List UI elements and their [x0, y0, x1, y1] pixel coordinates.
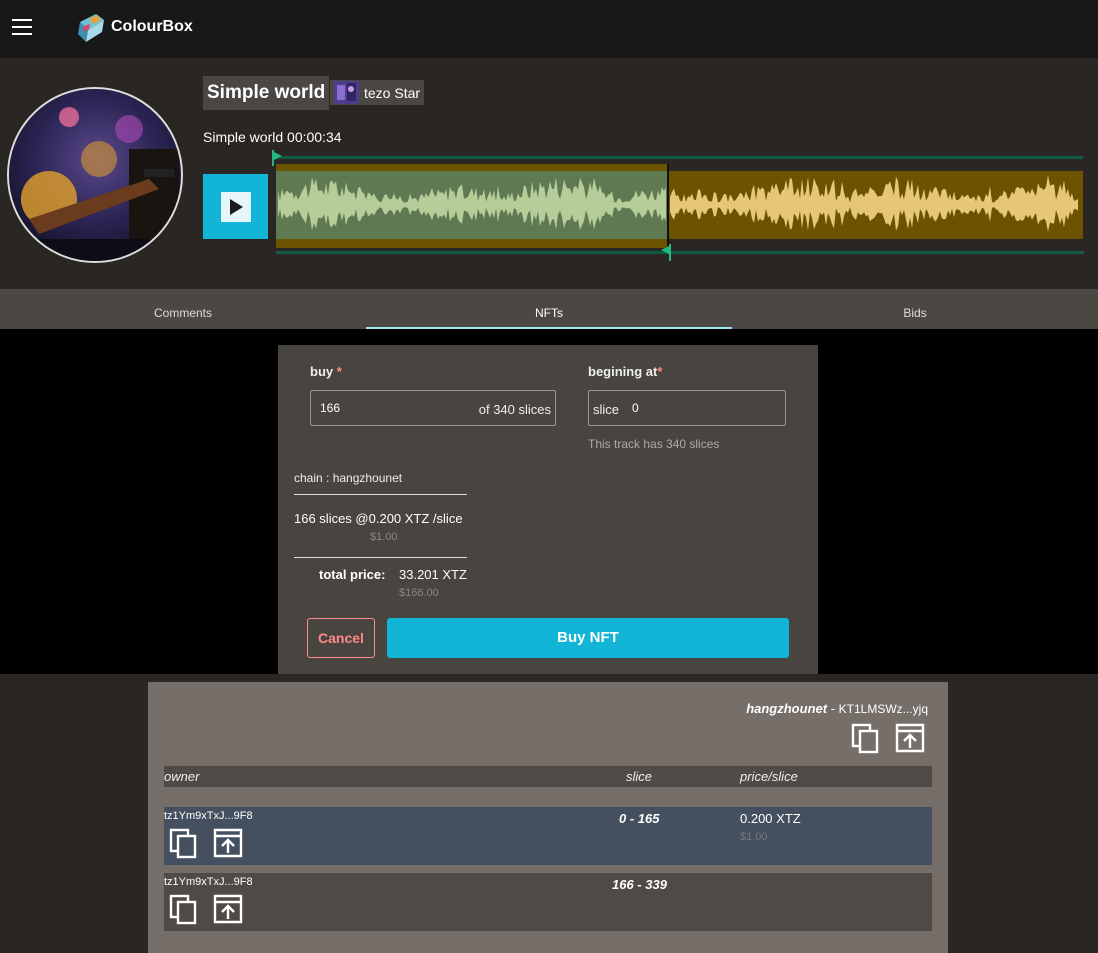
artist-avatar: [334, 81, 359, 104]
tab-bids[interactable]: Bids: [732, 289, 1098, 329]
network-name: hangzhounet: [746, 701, 828, 716]
total-price-value: 33.201 XTZ: [399, 567, 467, 582]
buy-slices-field[interactable]: of 340 slices: [310, 390, 556, 426]
selection-end-handle: [669, 244, 671, 261]
divider: [294, 557, 467, 558]
table-row[interactable]: tz1Ym9xTxJ...9F8 166 - 339: [164, 873, 932, 931]
buy-slices-suffix: of 340 slices: [478, 402, 551, 417]
selection-start-handle: [272, 150, 274, 166]
contract-separator: -: [827, 701, 839, 716]
slice-range: 0 - 165: [619, 811, 660, 826]
total-price-label: total price:: [319, 567, 386, 582]
contract-info: hangzhounet - KT1LMSWz...yjq: [746, 701, 928, 716]
column-slice: slice: [626, 769, 653, 784]
contract-address: KT1LMSWz...yjq: [838, 702, 928, 716]
tab-nfts[interactable]: NFTs: [366, 289, 732, 329]
copy-icon[interactable]: [850, 722, 882, 754]
begin-slice-input[interactable]: [632, 401, 772, 415]
tab-bar: Comments NFTs Bids: [0, 289, 1098, 329]
slices-summary: 166 slices @0.200 XTZ /slice: [294, 511, 463, 526]
hamburger-menu-icon[interactable]: [12, 19, 32, 35]
buy-slices-input[interactable]: [320, 401, 440, 415]
player-section: Simple world tezo Star Simple world 00:0…: [0, 58, 1098, 289]
slices-usd: $1.00: [370, 531, 398, 543]
begin-slice-field[interactable]: slice: [588, 390, 786, 426]
buy-nft-button[interactable]: Buy NFT: [387, 618, 789, 658]
owner-address: tz1Ym9xTxJ...9F8: [164, 876, 253, 888]
slice-range: 166 - 339: [612, 877, 667, 892]
begin-label: begining at*: [588, 364, 663, 379]
track-label: Simple world 00:00:34: [203, 129, 342, 145]
column-owner: owner: [164, 769, 200, 784]
table-header: owner slice price/slice: [164, 766, 932, 787]
album-art: [7, 87, 183, 263]
song-title: Simple world: [203, 76, 330, 110]
nft-list-card: hangzhounet - KT1LMSWz...yjq owner slice…: [148, 682, 948, 953]
waveform-bottom-rail: [276, 251, 1084, 254]
waveform-top-rail: [273, 156, 1083, 159]
play-button[interactable]: [203, 174, 268, 239]
column-price: price/slice: [740, 769, 798, 784]
owner-address: tz1Ym9xTxJ...9F8: [164, 810, 253, 822]
artist-name[interactable]: tezo Star: [364, 85, 420, 101]
total-price-usd: $166.00: [399, 587, 439, 599]
price-per-slice: 0.200 XTZ: [740, 811, 801, 826]
open-external-icon[interactable]: [894, 722, 926, 754]
play-icon: [220, 191, 251, 222]
copy-icon[interactable]: [168, 893, 200, 925]
price-usd: $1.00: [740, 831, 768, 843]
buy-label: buy *: [310, 364, 342, 379]
begin-slice-prefix: slice: [593, 402, 620, 417]
tab-comments[interactable]: Comments: [0, 289, 366, 329]
copy-icon[interactable]: [168, 827, 200, 859]
open-external-icon[interactable]: [212, 893, 244, 925]
buy-panel: buy * of 340 slices begining at* slice T…: [278, 345, 818, 674]
waveform[interactable]: [270, 150, 1088, 262]
cancel-button[interactable]: Cancel: [307, 618, 375, 658]
divider: [294, 494, 467, 495]
open-external-icon[interactable]: [212, 827, 244, 859]
chain-label: chain : hangzhounet: [294, 471, 403, 485]
colourbox-logo-icon: [78, 14, 104, 42]
slice-count-hint: This track has 340 slices: [588, 437, 720, 451]
table-row[interactable]: tz1Ym9xTxJ...9F8 0 - 165 0.200 XTZ $1.00: [164, 807, 932, 865]
top-bar: ColourBox: [0, 0, 1098, 58]
artist-chip[interactable]: tezo Star: [330, 80, 425, 105]
app-name[interactable]: ColourBox: [111, 18, 193, 36]
